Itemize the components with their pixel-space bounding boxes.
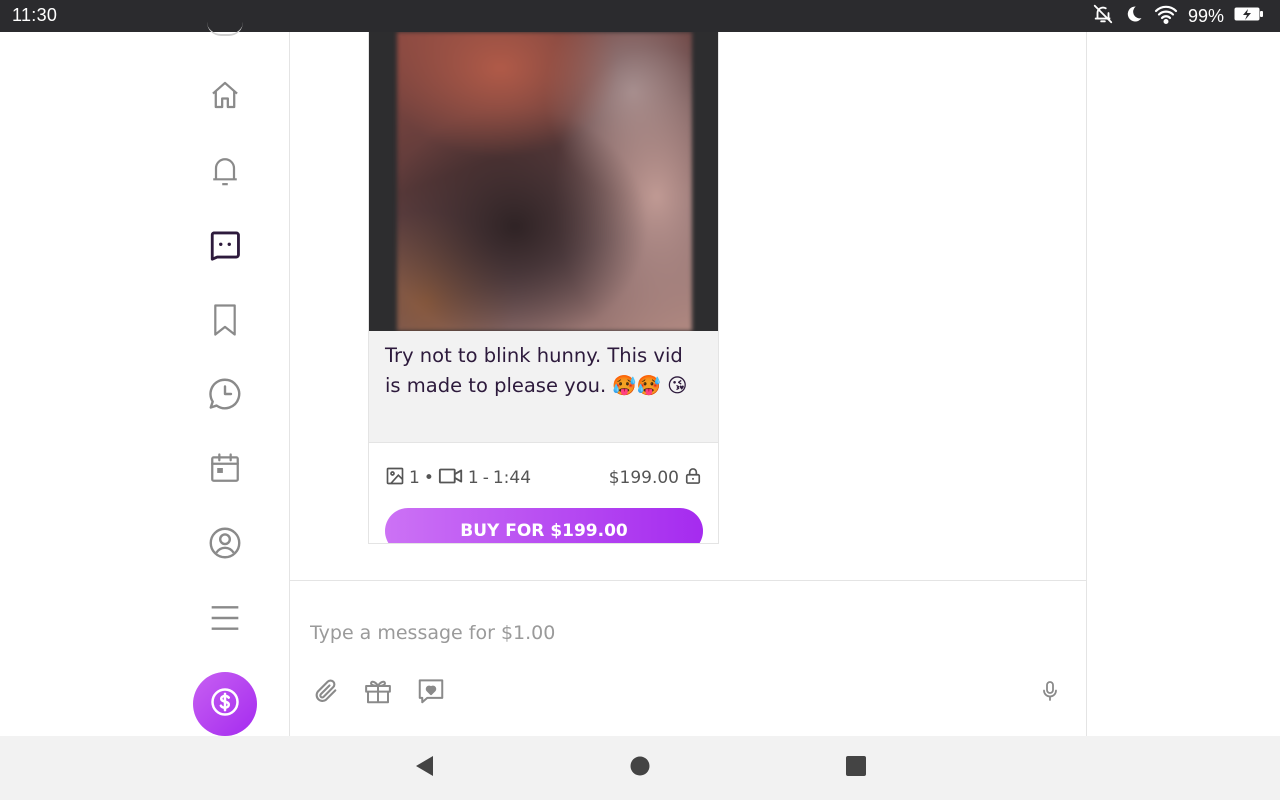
- tip-message-button[interactable]: [411, 673, 451, 713]
- sidebar-item-calendar[interactable]: [193, 444, 257, 492]
- chat-clock-icon: [207, 376, 243, 412]
- sidebar-item-history[interactable]: [193, 370, 257, 418]
- partial-icon: [207, 22, 243, 36]
- media-meta-row: 1 • 1 - 1:44 $199.00: [369, 460, 718, 496]
- sidebar-item-notifications[interactable]: [193, 147, 257, 195]
- price-info: $199.00: [609, 466, 703, 491]
- sidebar-item-messages[interactable]: [193, 221, 257, 269]
- attach-button[interactable]: [306, 673, 346, 713]
- meta-dash: -: [482, 468, 489, 488]
- recents-button[interactable]: [840, 752, 872, 784]
- video-icon: [438, 466, 464, 491]
- video-count: 1: [467, 468, 479, 488]
- sidebar: [0, 32, 290, 736]
- gift-icon: [363, 676, 393, 710]
- heart-message-icon: [416, 676, 446, 710]
- sidebar-item-bookmarks[interactable]: [193, 296, 257, 344]
- dollar-icon: [210, 687, 240, 721]
- battery-charging-icon: [1234, 6, 1264, 26]
- meta-separator: •: [423, 468, 434, 488]
- media-counts: 1 • 1 - 1:44: [385, 466, 531, 491]
- image-icon: [385, 466, 405, 491]
- gift-button[interactable]: [358, 673, 398, 713]
- paperclip-icon: [312, 677, 340, 709]
- calendar-icon: [208, 451, 242, 485]
- message-composer: [290, 580, 1087, 736]
- lock-icon: [683, 466, 703, 491]
- microphone-icon: [1038, 679, 1062, 707]
- chat-thread[interactable]: Try not to blink hunny. This vid is made…: [290, 32, 1087, 580]
- bookmark-icon: [209, 302, 241, 338]
- notifications-off-icon: [1092, 3, 1114, 29]
- menu-icon: [209, 604, 241, 632]
- back-button[interactable]: [408, 752, 440, 784]
- buy-button[interactable]: BUY FOR $199.00: [385, 508, 703, 543]
- blurred-thumbnail: [397, 32, 692, 331]
- status-time: 11:30: [12, 5, 58, 25]
- home-button[interactable]: [624, 752, 656, 784]
- sidebar-item-home[interactable]: [193, 71, 257, 119]
- voice-button[interactable]: [1030, 673, 1070, 713]
- paid-message-card: Try not to blink hunny. This vid is made…: [368, 32, 719, 544]
- message-text: Try not to blink hunny. This vid is made…: [369, 331, 718, 443]
- send-tip-button[interactable]: [193, 672, 257, 736]
- moon-icon: [1124, 4, 1144, 28]
- sidebar-item-more[interactable]: [193, 594, 257, 642]
- price-label: $199.00: [608, 468, 679, 488]
- sidebar-item-profile[interactable]: [193, 519, 257, 567]
- message-icon: [208, 228, 242, 262]
- wifi-icon: [1154, 4, 1178, 28]
- back-icon: [413, 754, 435, 782]
- media-preview[interactable]: [369, 32, 718, 331]
- user-circle-icon: [207, 525, 243, 561]
- bell-icon: [208, 153, 242, 189]
- system-nav-bar: [0, 736, 1280, 800]
- status-bar: 11:30 99%: [0, 0, 1280, 32]
- recents-icon: [845, 755, 867, 781]
- video-duration: 1:44: [492, 468, 532, 488]
- photo-count: 1: [409, 468, 420, 488]
- battery-percent: 99%: [1187, 5, 1224, 26]
- home-icon: [208, 78, 242, 112]
- message-input[interactable]: [310, 617, 1050, 649]
- status-icons: 99%: [1092, 4, 1264, 28]
- home-circle-icon: [629, 755, 651, 781]
